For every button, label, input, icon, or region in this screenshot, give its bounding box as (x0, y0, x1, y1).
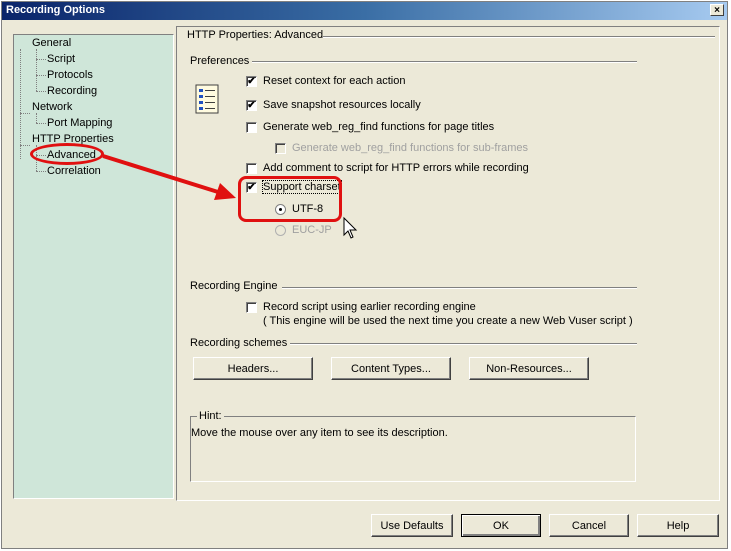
hint-box: Hint: Move the mouse over any item to se… (190, 410, 636, 482)
tree-item-port-mapping[interactable]: Port Mapping (47, 117, 112, 129)
tree-item-script[interactable]: Script (47, 53, 75, 65)
tree-item-protocols[interactable]: Protocols (47, 69, 93, 81)
recording-engine-heading: Recording Engine (190, 280, 278, 292)
add-comment-http-errors-label: Add comment to script for HTTP errors wh… (263, 162, 529, 174)
cancel-button[interactable]: Cancel (549, 514, 629, 537)
tree-connector (20, 145, 30, 146)
title-bar: Recording Options × (2, 2, 727, 20)
eucjp-radio[interactable] (275, 225, 286, 236)
earlier-engine-note: ( This engine will be used the next time… (263, 315, 633, 327)
close-icon[interactable]: × (710, 4, 724, 16)
tree-item-network[interactable]: Network (32, 101, 72, 113)
tree-connector (36, 113, 37, 123)
tree-connector (36, 75, 46, 76)
annotation-ellipse (30, 143, 104, 165)
window-title: Recording Options (6, 4, 105, 16)
headers-button[interactable]: Headers... (193, 357, 313, 380)
preferences-divider (252, 61, 637, 63)
recording-schemes-heading: Recording schemes (190, 337, 288, 349)
panel-divider (323, 36, 715, 38)
preferences-heading: Preferences (190, 55, 250, 67)
tree-item-recording[interactable]: Recording (47, 85, 97, 97)
recording-schemes-divider (290, 343, 637, 345)
tree-connector (36, 91, 46, 92)
reset-context-label: Reset context for each action (263, 75, 406, 87)
reset-context-checkbox[interactable]: ✔ (246, 76, 257, 87)
use-defaults-button[interactable]: Use Defaults (371, 514, 453, 537)
generate-sub-frames-label: Generate web_reg_find functions for sub-… (292, 142, 529, 154)
hint-text: Move the mouse over any item to see its … (191, 427, 448, 439)
tree-connector (20, 49, 21, 159)
non-resources-button[interactable]: Non-Resources... (469, 357, 589, 380)
help-button[interactable]: Help (637, 514, 719, 537)
hint-caption: Hint: (197, 410, 224, 422)
tree-connector (36, 171, 46, 172)
recording-engine-divider (282, 287, 637, 289)
tree-connector (36, 59, 46, 60)
generate-page-titles-checkbox[interactable] (246, 122, 257, 133)
document-list-icon (195, 84, 219, 114)
tree-item-general[interactable]: General (32, 37, 71, 49)
generate-sub-frames-checkbox[interactable] (275, 143, 286, 154)
ok-button[interactable]: OK (461, 514, 541, 537)
annotation-highlight-box (238, 176, 342, 222)
earlier-engine-checkbox[interactable] (246, 302, 257, 313)
tree-connector (36, 49, 37, 91)
panel-title: HTTP Properties: Advanced (185, 29, 326, 41)
save-snapshot-label: Save snapshot resources locally (263, 99, 421, 111)
tree-connector (20, 113, 30, 114)
tree-connector (36, 123, 46, 124)
content-types-button[interactable]: Content Types... (331, 357, 451, 380)
generate-page-titles-label: Generate web_reg_find functions for page… (263, 121, 495, 133)
eucjp-label: EUC-JP (292, 224, 332, 236)
options-tree: General Script Protocols Recording Netwo… (13, 34, 174, 499)
tree-item-correlation[interactable]: Correlation (47, 165, 101, 177)
earlier-engine-label: Record script using earlier recording en… (263, 301, 476, 313)
add-comment-http-errors-checkbox[interactable] (246, 163, 257, 174)
save-snapshot-checkbox[interactable]: ✔ (246, 100, 257, 111)
